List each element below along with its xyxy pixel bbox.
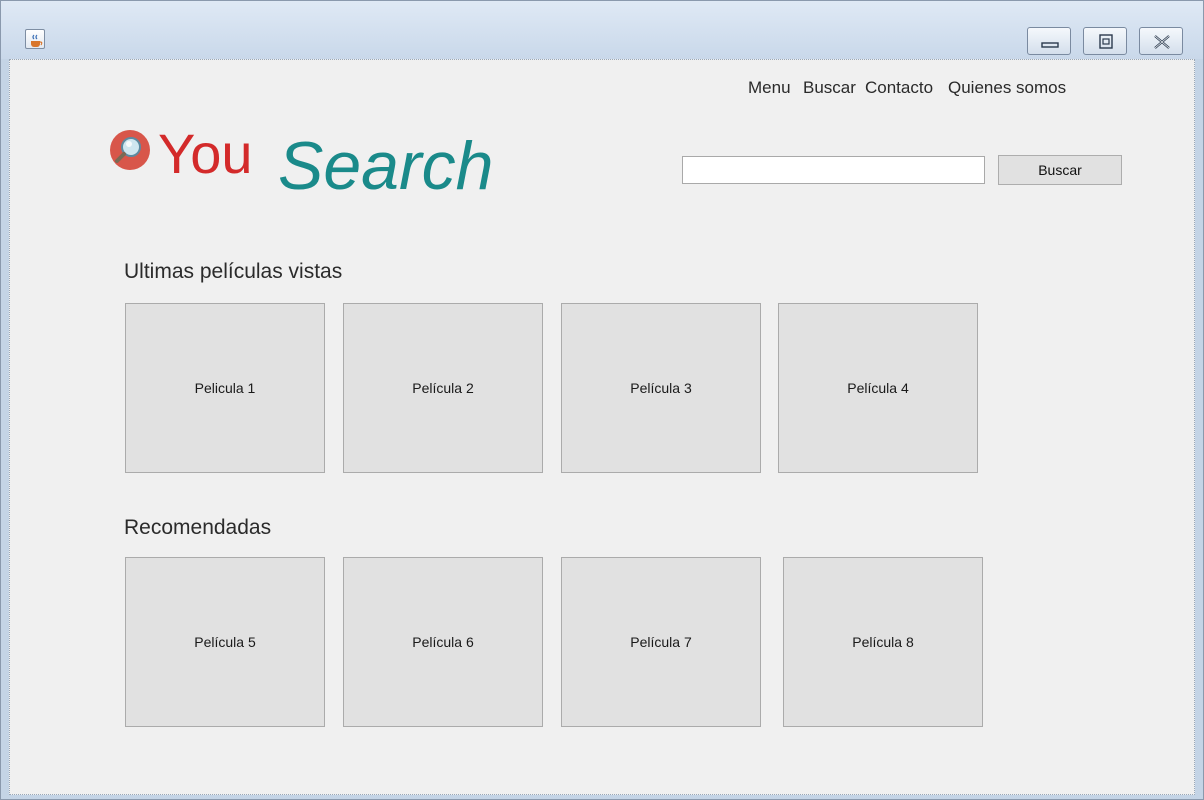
- movie-tile-2[interactable]: Película 2: [343, 303, 543, 473]
- movie-tile-label: Película 3: [630, 380, 692, 396]
- movie-tile-label: Película 8: [852, 634, 914, 650]
- movie-tile-3[interactable]: Película 3: [561, 303, 761, 473]
- logo-text-search: Search: [278, 128, 494, 204]
- movie-tile-5[interactable]: Película 5: [125, 557, 325, 727]
- movie-tile-label: Película 5: [194, 634, 256, 650]
- logo-text-you: You: [158, 122, 253, 185]
- movie-tile-label: Pelicula 1: [194, 380, 256, 396]
- movie-tile-label: Película 4: [847, 380, 909, 396]
- movie-tile-8[interactable]: Película 8: [783, 557, 983, 727]
- movie-tile-label: Película 7: [630, 634, 692, 650]
- movie-tile-label: Película 6: [412, 634, 474, 650]
- maximize-icon: [1099, 34, 1113, 49]
- close-button[interactable]: [1139, 27, 1183, 55]
- java-cup-icon[interactable]: [25, 29, 45, 49]
- maximize-button[interactable]: [1083, 27, 1127, 55]
- minimize-button[interactable]: [1027, 27, 1071, 55]
- movie-tile-4[interactable]: Película 4: [778, 303, 978, 473]
- search-input[interactable]: [682, 156, 985, 184]
- movie-tile-1[interactable]: Pelicula 1: [125, 303, 325, 473]
- recommended-title: Recomendadas: [124, 516, 272, 539]
- recent-movies-title: Ultimas películas vistas: [124, 260, 343, 283]
- close-icon: [1154, 35, 1170, 49]
- search-button[interactable]: Buscar: [998, 155, 1122, 185]
- movie-tile-7[interactable]: Película 7: [561, 557, 761, 727]
- nav-item-contacto[interactable]: Contacto: [865, 78, 933, 98]
- title-bar[interactable]: [1, 1, 1203, 59]
- nav-item-quienes-somos[interactable]: Quienes somos: [948, 78, 1066, 98]
- movie-tile-6[interactable]: Película 6: [343, 557, 543, 727]
- nav-item-menu[interactable]: Menu: [748, 78, 791, 98]
- movie-tile-label: Película 2: [412, 380, 474, 396]
- nav-item-buscar[interactable]: Buscar: [803, 78, 856, 98]
- yousearch-logo: You Search: [108, 120, 508, 210]
- minimize-icon: [1041, 42, 1059, 48]
- magnifier-icon: [110, 130, 150, 170]
